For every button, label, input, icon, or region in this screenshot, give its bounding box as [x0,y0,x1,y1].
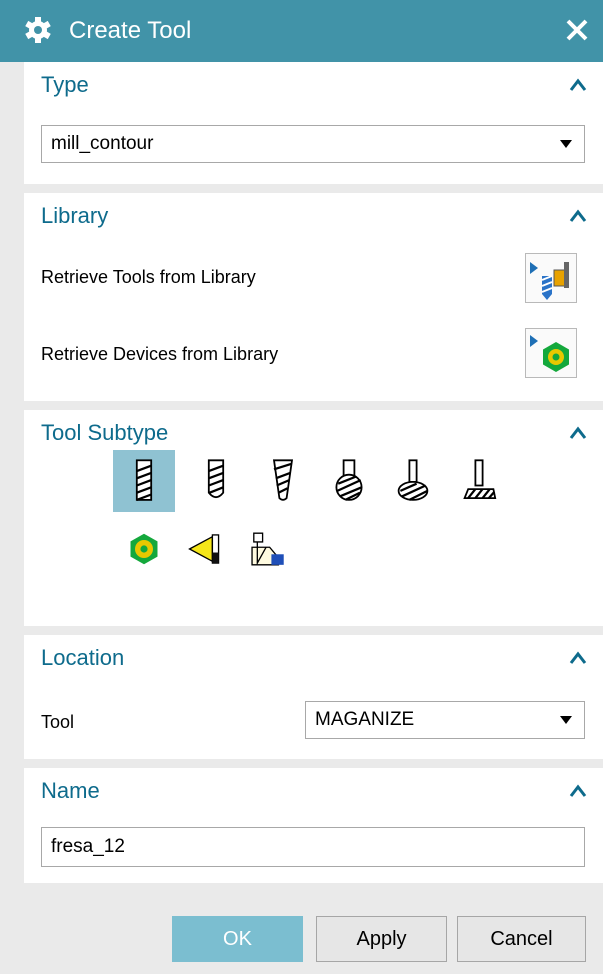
collapse-caret-icon[interactable] [569,651,587,665]
tool-subtype-section: Tool Subtype [24,410,603,626]
probe-icon [188,534,220,564]
barrel-cutter-icon [463,459,497,499]
collapse-caret-icon[interactable] [569,209,587,223]
ball-mill-icon [335,459,363,501]
name-section: Name fresa_12 [24,768,603,883]
retrieve-devices-label: Retrieve Devices from Library [41,344,279,364]
subtype-barrel-cutter[interactable] [448,450,510,512]
location-tool-select[interactable]: MAGANIZE [305,701,585,739]
ball-end-mill-icon [207,459,225,499]
face-mill-icon [130,533,158,565]
type-heading: Type [41,72,89,97]
subtype-end-mill[interactable] [113,450,175,512]
retrieve-tools-label: Retrieve Tools from Library [41,267,256,287]
name-heading: Name [41,778,100,803]
gear-icon [25,17,51,43]
type-section: Type mill_contour [24,62,603,184]
tapered-mill-icon [272,459,294,501]
tool-label: Tool [41,712,75,732]
location-heading: Location [41,645,125,670]
subtype-ball-end-mill[interactable] [185,450,247,512]
library-section: Library Retrieve Tools from Library Retr… [24,193,603,401]
subtype-tapered-mill[interactable] [252,450,314,512]
create-tool-dialog: Create Tool Type mill_contour Library Re… [0,0,603,974]
type-select-value: mill_contour [51,133,154,154]
chevron-down-icon [560,140,572,148]
collapse-caret-icon[interactable] [569,78,587,92]
subtype-probe[interactable] [177,518,239,580]
type-select[interactable]: mill_contour [41,125,585,163]
name-input[interactable]: fresa_12 [41,827,585,867]
cancel-button[interactable]: Cancel [457,916,586,962]
retrieve-tools-button[interactable] [525,253,577,303]
title-bar[interactable]: Create Tool [0,0,603,62]
library-heading: Library [41,203,109,228]
drill-holder-icon [251,532,284,566]
window-title: Create Tool [69,17,192,44]
location-section: Location Tool MAGANIZE [24,635,603,759]
tool-subtype-heading: Tool Subtype [41,420,169,445]
subtype-ball-mill[interactable] [318,450,380,512]
t-cutter-icon [397,459,429,501]
collapse-caret-icon[interactable] [569,426,587,440]
retrieve-devices-button[interactable] [525,328,577,378]
collapse-caret-icon[interactable] [569,784,587,798]
location-tool-value: MAGANIZE [315,709,415,730]
chevron-down-icon [560,716,572,724]
subtype-t-cutter[interactable] [382,450,444,512]
library-device-icon [530,335,569,372]
subtype-drill-holder[interactable] [236,518,298,580]
library-tool-icon [530,262,569,300]
ok-button[interactable]: OK [172,916,303,962]
close-icon[interactable] [563,16,591,44]
end-mill-icon [135,459,153,501]
apply-button[interactable]: Apply [316,916,447,962]
subtype-face-mill[interactable] [113,518,175,580]
